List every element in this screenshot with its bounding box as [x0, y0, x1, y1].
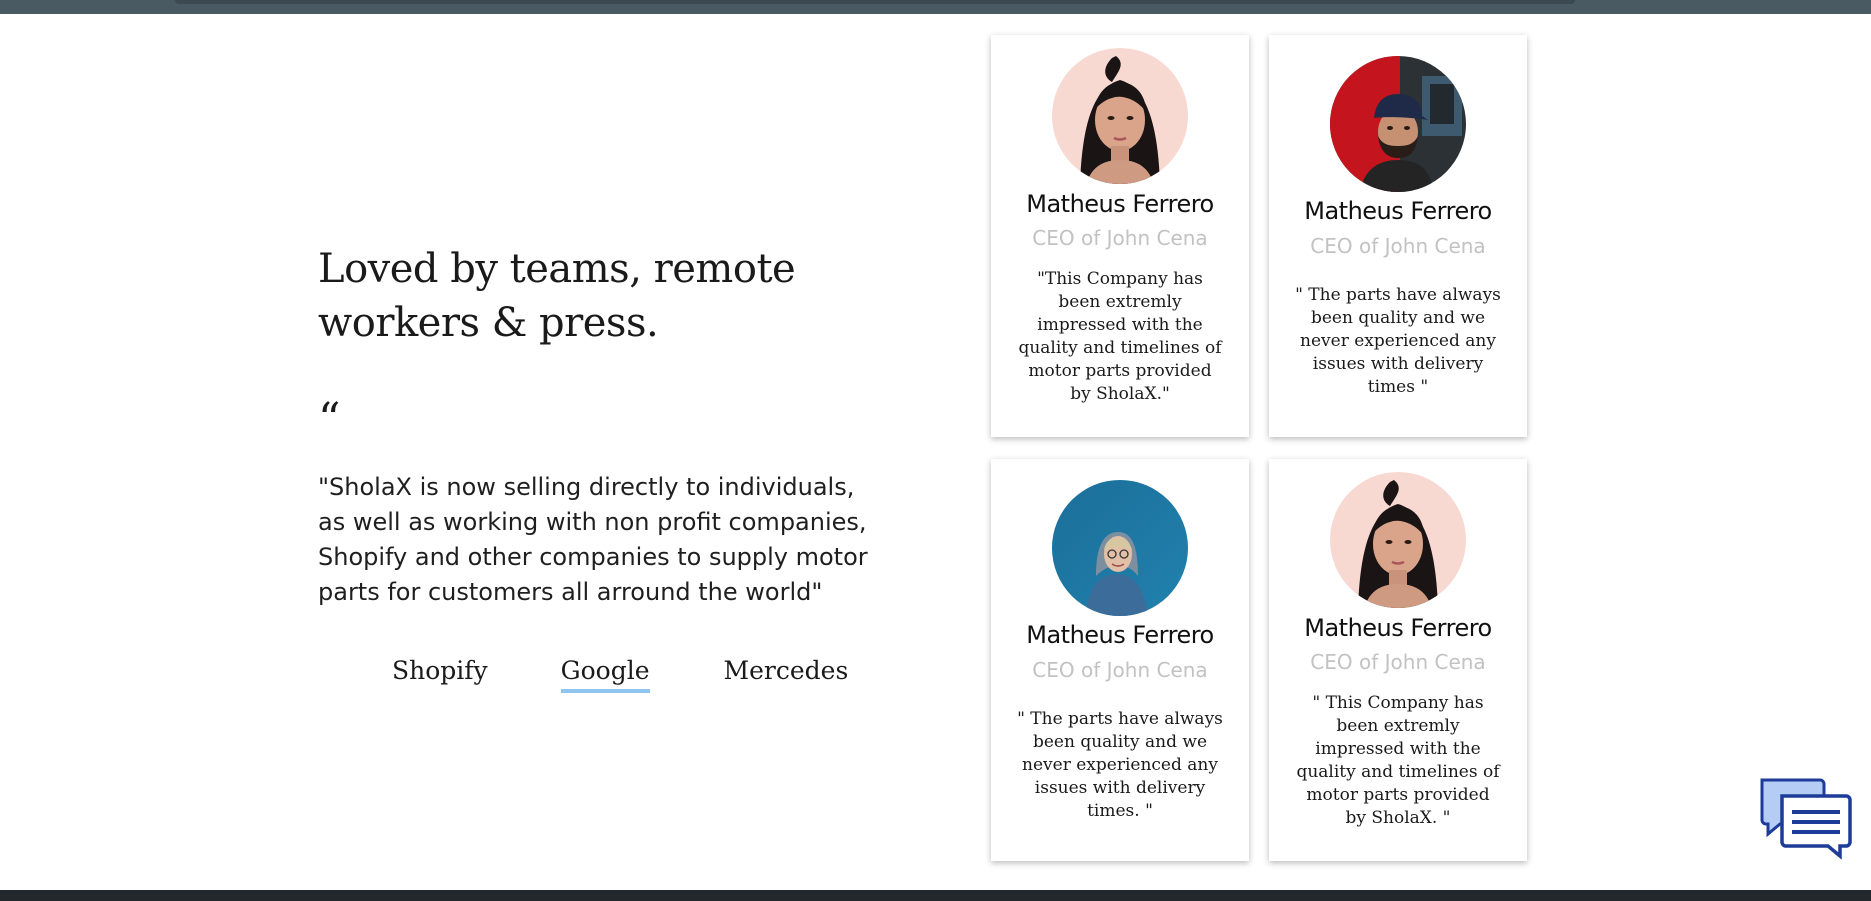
- card-name: Matheus Ferrero: [1304, 614, 1492, 642]
- featured-quote: "SholaX is now selling directly to indiv…: [318, 473, 868, 606]
- card-role: CEO of John Cena: [1032, 658, 1208, 682]
- quote-mark-icon: “: [318, 394, 341, 445]
- testimonial-card: Matheus Ferrero CEO of John Cena " The p…: [991, 459, 1249, 861]
- avatar: [1052, 480, 1188, 616]
- testimonial-card: Matheus Ferrero CEO of John Cena " The p…: [1269, 35, 1527, 437]
- avatar: [1330, 472, 1466, 608]
- tab-shopify[interactable]: Shopify: [392, 656, 488, 693]
- card-role: CEO of John Cena: [1310, 234, 1486, 258]
- chat-bubbles-icon[interactable]: [1758, 776, 1854, 860]
- card-role: CEO of John Cena: [1032, 226, 1208, 250]
- bottom-bar: [0, 890, 1871, 901]
- testimonial-card: Matheus Ferrero CEO of John Cena " This …: [1269, 459, 1527, 861]
- top-bar: [0, 0, 1871, 14]
- card-testimonial: "This Company has been extremly impresse…: [1018, 269, 1222, 404]
- company-tabs: Shopify Google Mercedes: [392, 656, 848, 693]
- card-name: Matheus Ferrero: [1304, 197, 1492, 225]
- card-testimonial: " The parts have always been quality and…: [1295, 285, 1501, 397]
- card-name: Matheus Ferrero: [1026, 621, 1214, 649]
- card-testimonial: " The parts have always been quality and…: [1017, 709, 1223, 821]
- testimonial-card: Matheus Ferrero CEO of John Cena "This C…: [991, 35, 1249, 437]
- card-name: Matheus Ferrero: [1026, 190, 1214, 218]
- avatar: [1330, 56, 1466, 192]
- section-headline: Loved by teams, remote workers & press.: [318, 246, 796, 346]
- avatar: [1052, 48, 1188, 184]
- tab-mercedes[interactable]: Mercedes: [724, 656, 849, 693]
- card-testimonial: " This Company has been extremly impress…: [1296, 693, 1500, 828]
- top-bar-inner: [175, 0, 1575, 4]
- tab-google[interactable]: Google: [560, 656, 650, 693]
- card-role: CEO of John Cena: [1310, 650, 1486, 674]
